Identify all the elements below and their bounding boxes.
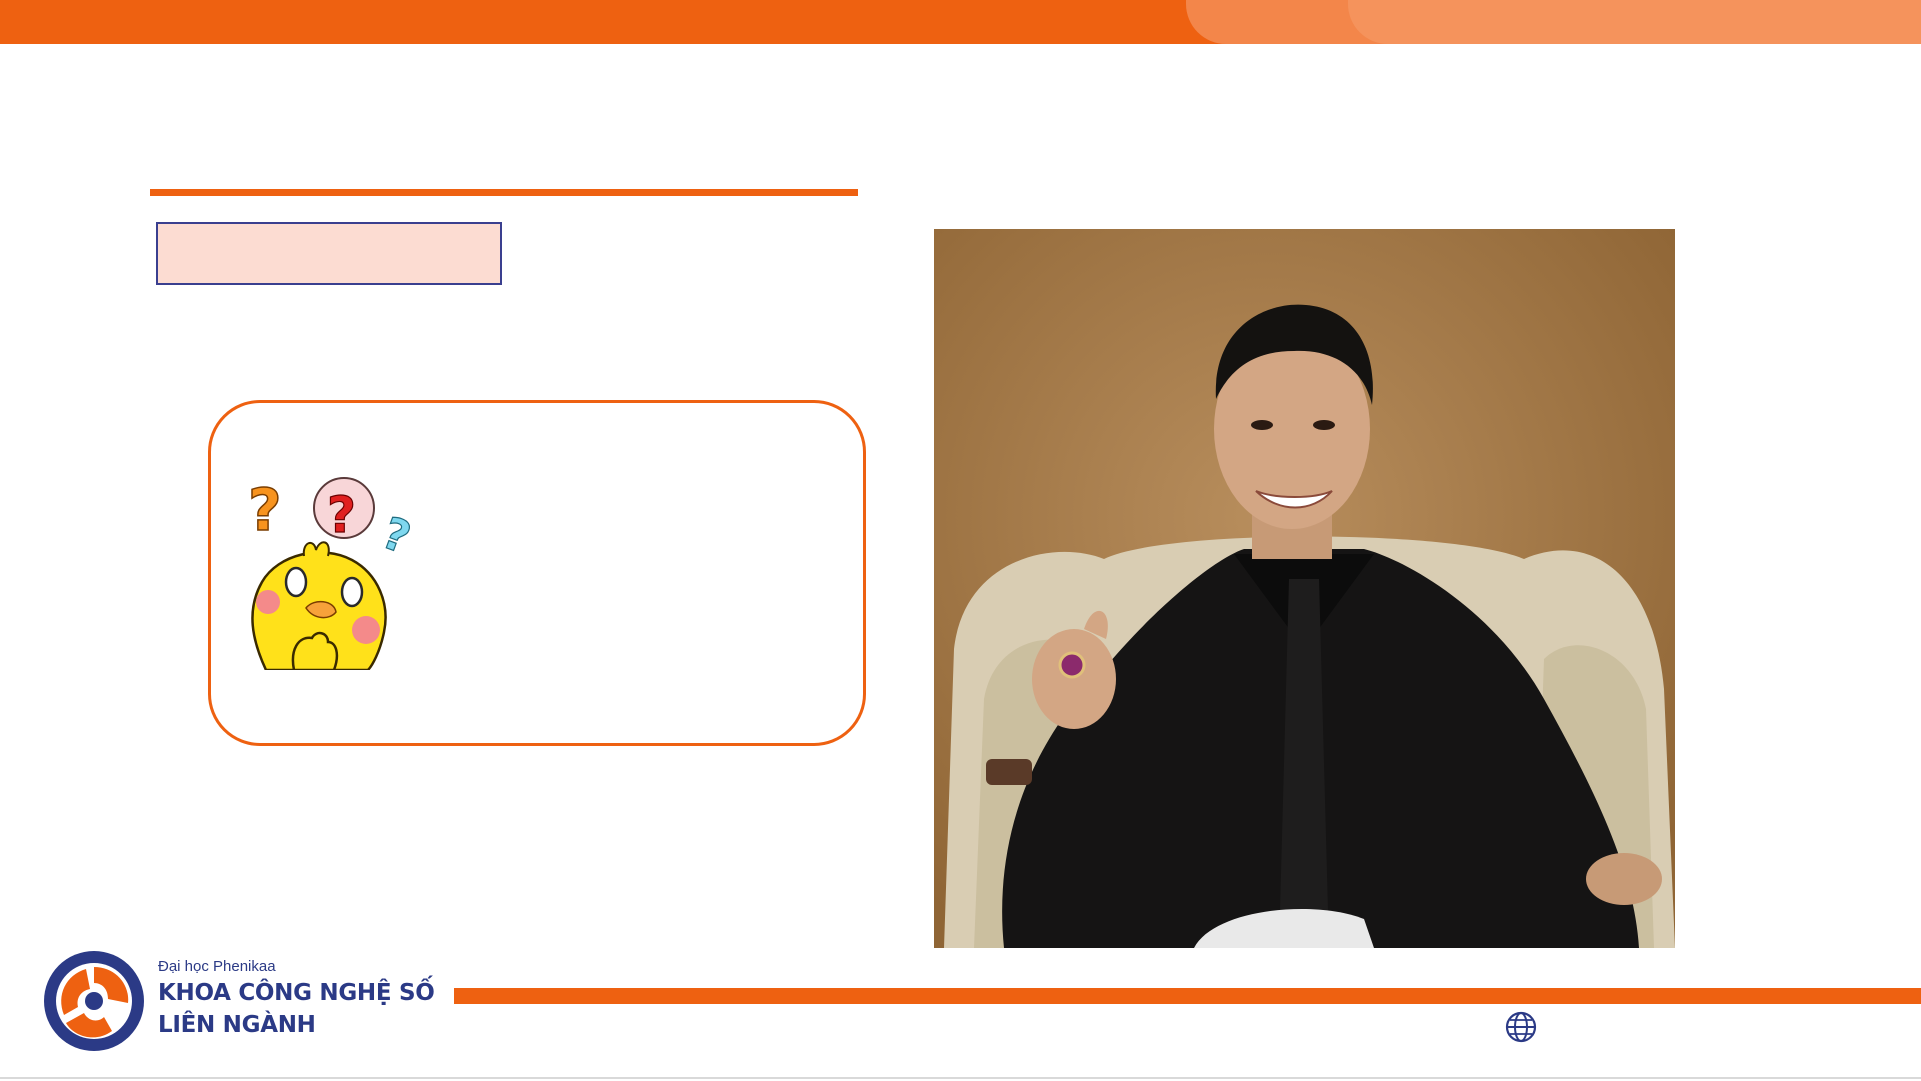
footer-rule	[0, 1077, 1921, 1079]
thinking-chick-icon: ? ? ?	[247, 475, 418, 670]
title-underline	[150, 189, 858, 196]
portrait-illustration	[934, 229, 1675, 948]
globe-icon[interactable]	[1505, 1011, 1537, 1043]
footer-accent-bar	[454, 988, 1921, 1004]
svg-text:?: ?	[376, 508, 417, 565]
section-label-box	[156, 222, 502, 285]
university-name: Đại học Phenikaa	[158, 958, 276, 975]
svg-text:?: ?	[248, 476, 282, 544]
faculty-name-line1: KHOA CÔNG NGHỆ SỐ	[158, 980, 435, 1006]
portrait-photo	[934, 229, 1675, 948]
faculty-name-line2: LIÊN NGÀNH	[158, 1012, 316, 1038]
top-accent-pill-light	[1348, 0, 1921, 44]
svg-text:?: ?	[327, 486, 356, 544]
phenikaa-logo-icon	[44, 951, 144, 1051]
slide: ? ? ? Đại học Phenikaa KHOA CÔNG NGHỆ SỐ…	[0, 0, 1921, 1081]
